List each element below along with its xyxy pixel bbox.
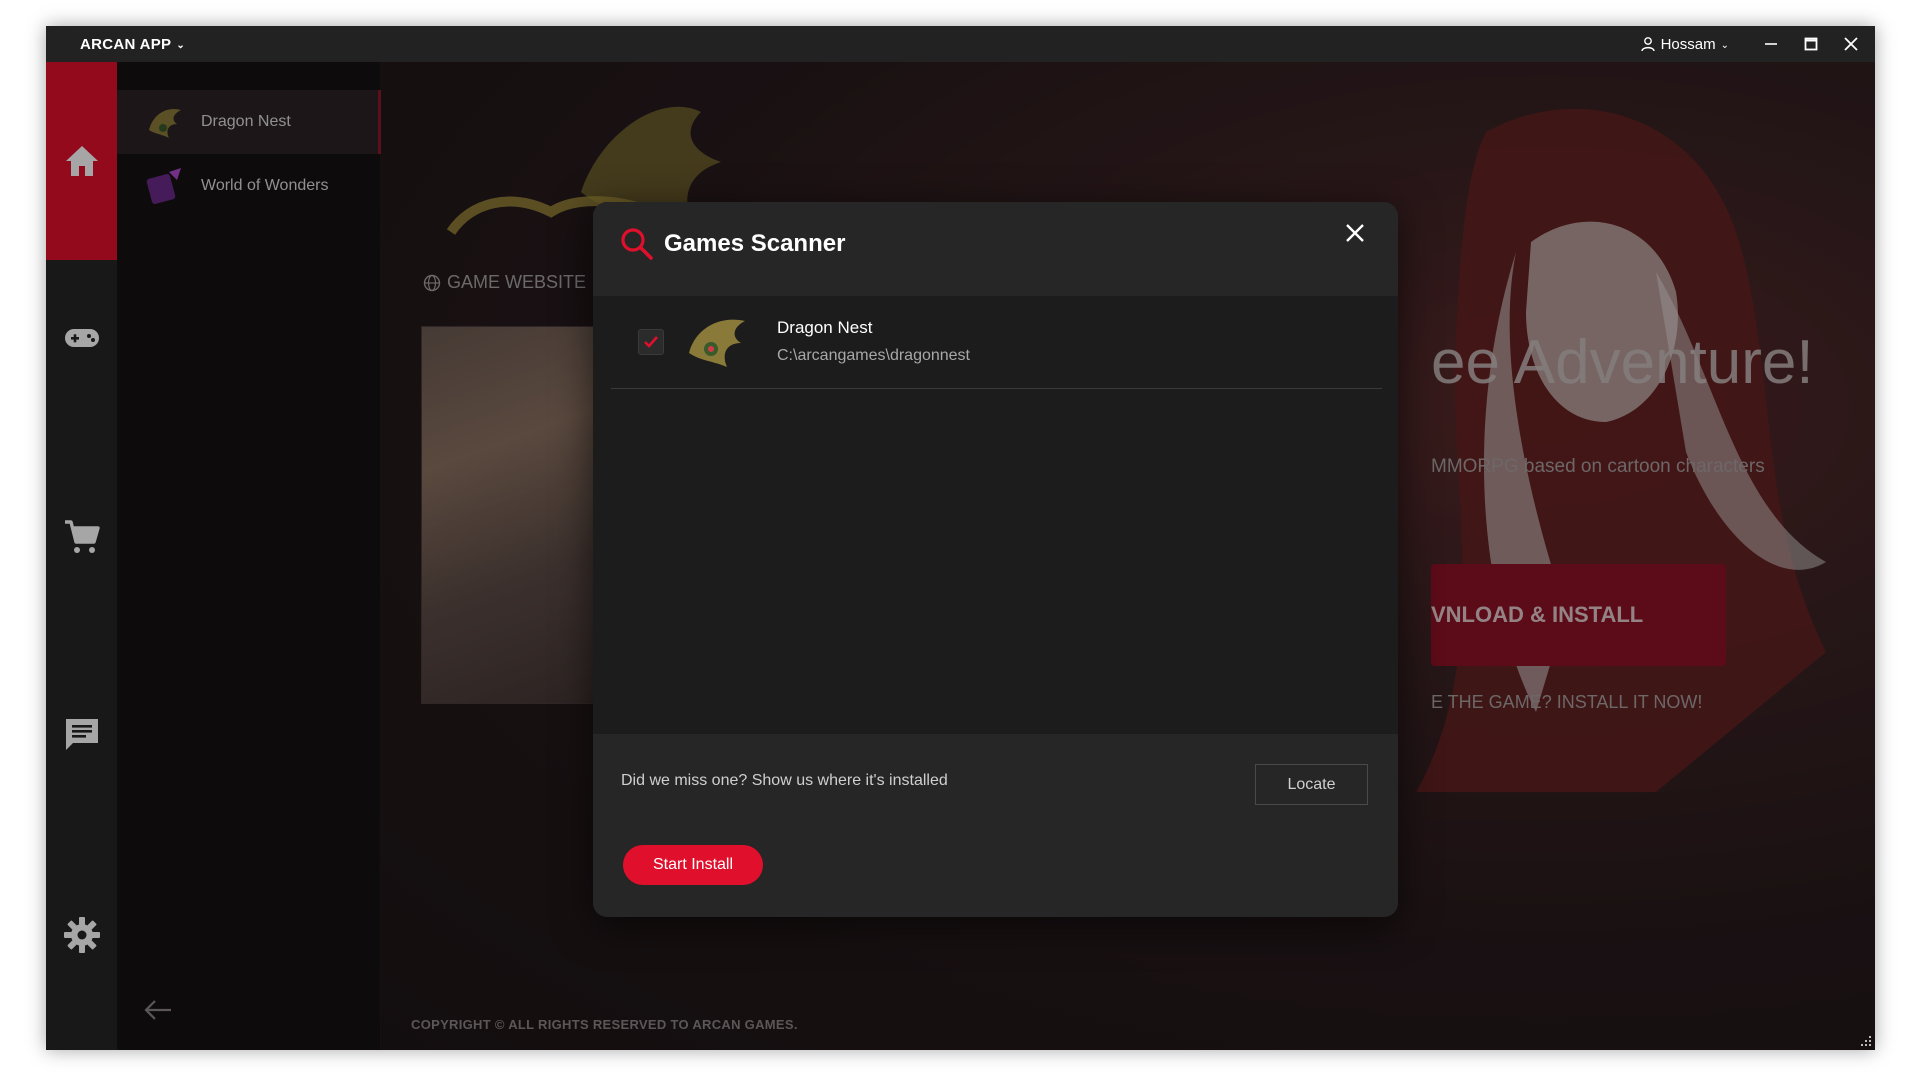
window-close-button[interactable] <box>1831 26 1871 62</box>
missing-game-prompt: Did we miss one? Show us where it's inst… <box>621 772 948 789</box>
checkmark-icon <box>644 336 658 348</box>
minimize-icon <box>1765 43 1777 45</box>
app-menu[interactable]: ARCAN APP ⌄ <box>80 26 185 62</box>
maximize-button[interactable] <box>1791 26 1831 62</box>
user-icon <box>1640 37 1655 52</box>
dialog-title: Games Scanner <box>664 230 846 257</box>
maximize-icon <box>1804 37 1818 51</box>
dialog-footer: Did we miss one? Show us where it's inst… <box>593 734 1398 917</box>
game-select-checkbox[interactable] <box>638 329 664 355</box>
chevron-down-icon: ⌄ <box>176 39 186 51</box>
resize-grip-icon[interactable] <box>1859 1034 1873 1048</box>
search-icon <box>621 228 653 260</box>
scanned-game-path: C:\arcangames\dragonnest <box>777 347 970 364</box>
minimize-button[interactable] <box>1751 26 1791 62</box>
scanned-game-row: Dragon Nest C:\arcangames\dragonnest <box>611 296 1382 389</box>
chevron-down-icon: ⌄ <box>1720 39 1729 51</box>
start-install-button[interactable]: Start Install <box>623 845 763 885</box>
locate-button[interactable]: Locate <box>1255 764 1368 805</box>
title-bar: ARCAN APP ⌄ Hossam ⌄ <box>46 26 1875 62</box>
user-name: Hossam <box>1660 35 1716 53</box>
app-name: ARCAN APP <box>80 35 172 53</box>
games-scanner-dialog: Games Scanner Dragon Nest C:\arcangames\… <box>593 202 1398 917</box>
dialog-header: Games Scanner <box>593 202 1398 296</box>
dialog-close-button[interactable] <box>1340 218 1370 248</box>
close-icon <box>1346 224 1364 242</box>
scanned-game-name: Dragon Nest <box>777 318 873 337</box>
app-window: ARCAN APP ⌄ Hossam ⌄ Dragon Nest World o… <box>46 26 1875 1050</box>
user-menu[interactable]: Hossam ⌄ <box>1640 26 1729 62</box>
dragon-nest-thumbnail <box>689 319 745 367</box>
close-icon <box>1844 37 1858 51</box>
